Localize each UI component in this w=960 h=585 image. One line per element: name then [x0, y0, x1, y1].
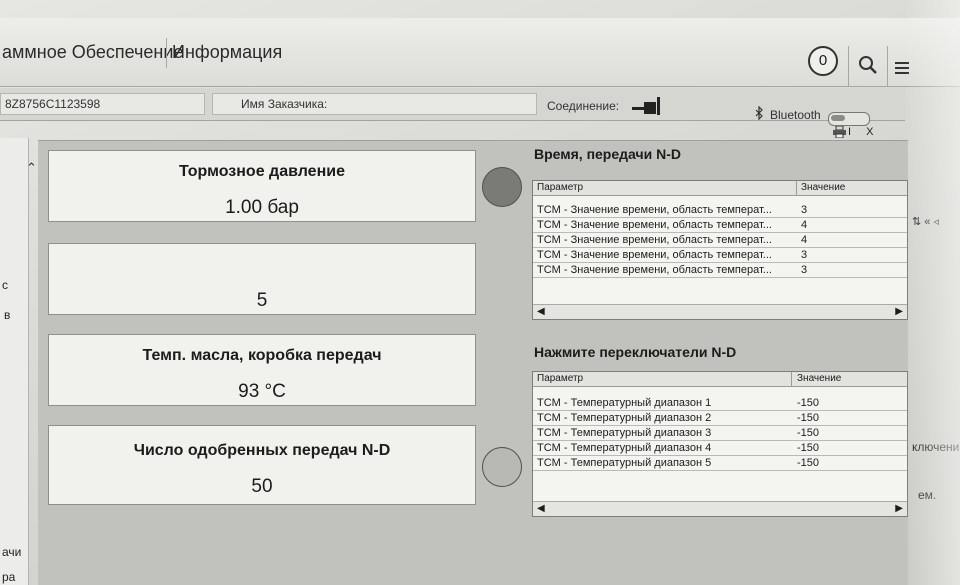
row-parameter: TCM - Значение времени, область температ… [537, 204, 772, 216]
row-value: 4 [801, 234, 808, 246]
row-value: 3 [801, 204, 808, 216]
background-text-fragment: ем. [918, 488, 937, 502]
screen: аммное Обеспечение Информация 0 8Z8756C1… [0, 0, 960, 585]
row-parameter: TCM - Температурный диапазон 1 [537, 397, 712, 409]
row-parameter: TCM - Температурный диапазон 2 [537, 412, 712, 424]
table-row[interactable]: TCM - Значение времени, область температ… [533, 218, 907, 233]
toolbar-arrows-icon: ⇅ « ◃ [912, 216, 939, 228]
gear-card: 5 [48, 243, 476, 315]
column-header-parameter[interactable]: Параметр [537, 372, 583, 386]
search-button[interactable] [848, 46, 888, 86]
card-title: Темп. масла, коробка передач [142, 347, 382, 364]
print-icon[interactable] [833, 126, 846, 138]
menu-information[interactable]: Информация [172, 42, 282, 63]
table-row[interactable]: TCM - Температурный диапазон 1 -150 [533, 396, 907, 411]
sidebar-fragment: ра [2, 570, 16, 584]
scroll-up-chevron-icon[interactable]: ⌃ [26, 160, 37, 176]
card-value: 50 [251, 476, 273, 497]
row-parameter: TCM - Значение времени, область температ… [537, 234, 772, 246]
notification-count: 0 [818, 52, 828, 69]
window-controls[interactable]: I X [848, 126, 879, 138]
table-row[interactable]: TCM - Значение времени, область температ… [533, 263, 907, 278]
customer-name-field: Имя Заказчика: [212, 93, 537, 115]
table-row[interactable]: TCM - Температурный диапазон 4 -150 [533, 441, 907, 456]
status-indicator-lamp [482, 447, 522, 487]
table-row[interactable]: TCM - Температурный диапазон 5 -150 [533, 456, 907, 471]
search-icon [859, 56, 877, 74]
row-value: -150 [797, 412, 820, 424]
column-header-parameter[interactable]: Параметр [537, 181, 583, 195]
table-row[interactable]: TCM - Значение времени, область температ… [533, 233, 907, 248]
column-header-value[interactable]: Значение [797, 372, 841, 386]
row-parameter: TCM - Значение времени, область температ… [537, 249, 772, 261]
connection-plug-icon [632, 97, 660, 115]
card-value: 1.00 бар [225, 197, 299, 218]
sidebar-fragment: с [2, 278, 8, 292]
table-header: Параметр Значение [533, 181, 907, 196]
scroll-left-icon[interactable]: ◀ [537, 305, 545, 319]
sidebar-fragment: ачи [2, 545, 22, 559]
table-row[interactable]: TCM - Значение времени, область температ… [533, 203, 907, 218]
table-row[interactable]: TCM - Температурный диапазон 3 -150 [533, 426, 907, 441]
row-value: -150 [797, 427, 820, 439]
oil-temperature-card: Темп. масла, коробка передач 93 °C [48, 334, 476, 406]
card-value: 5 [256, 290, 268, 311]
column-header-value[interactable]: Значение [801, 181, 845, 195]
row-parameter: TCM - Значение времени, область температ… [537, 264, 772, 276]
row-parameter: TCM - Температурный диапазон 5 [537, 457, 712, 469]
section-title-time-shifts: Время, передачи N-D [534, 146, 681, 162]
left-sidebar [0, 138, 29, 585]
table-header: Параметр Значение [533, 372, 907, 387]
status-indicator-lamp [482, 167, 522, 207]
time-shifts-table[interactable]: Параметр Значение TCM - Значение времени… [532, 180, 908, 320]
horizontal-scrollbar[interactable]: ◀ ▶ [533, 304, 907, 319]
table-row[interactable]: TCM - Значение времени, область температ… [533, 248, 907, 263]
card-title: Тормозное давление [179, 163, 345, 180]
temperature-range-table[interactable]: Параметр Значение TCM - Температурный ди… [532, 371, 908, 517]
card-value: 93 °C [238, 381, 286, 402]
card-title: Число одобренных передач N-D [133, 442, 391, 459]
row-parameter: TCM - Значение времени, область температ… [537, 219, 772, 231]
background-text-fragment: ключени [912, 440, 960, 454]
brake-pressure-card: Тормозное давление 1.00 бар [48, 150, 476, 222]
menu-software[interactable]: аммное Обеспечение [2, 42, 183, 63]
scroll-right-icon[interactable]: ▶ [895, 502, 903, 516]
row-parameter: TCM - Температурный диапазон 4 [537, 442, 712, 454]
row-value: 3 [801, 264, 808, 276]
row-parameter: TCM - Температурный диапазон 3 [537, 427, 712, 439]
row-value: 4 [801, 219, 808, 231]
scroll-right-icon[interactable]: ▶ [895, 305, 903, 319]
vin-field: 8Z8756C1123598 [0, 93, 205, 115]
menu-divider [166, 38, 167, 68]
row-value: 3 [801, 249, 808, 261]
bluetooth-icon [755, 106, 763, 120]
row-value: -150 [797, 457, 820, 469]
approved-shifts-card: Число одобренных передач N-D 50 [48, 425, 476, 505]
bluetooth-toggle[interactable] [828, 112, 870, 126]
row-value: -150 [797, 442, 820, 454]
row-value: -150 [797, 397, 820, 409]
horizontal-scrollbar[interactable]: ◀ ▶ [533, 501, 907, 516]
hamburger-menu-icon[interactable] [895, 62, 909, 74]
scroll-left-icon[interactable]: ◀ [537, 502, 545, 516]
section-title-press-switches: Нажмите переключатели N-D [534, 344, 737, 360]
notification-count-button[interactable]: 0 [808, 46, 838, 76]
bluetooth-label: Bluetooth [770, 108, 821, 122]
sidebar-fragment: в [4, 308, 11, 322]
table-row[interactable]: TCM - Температурный диапазон 2 -150 [533, 411, 907, 426]
